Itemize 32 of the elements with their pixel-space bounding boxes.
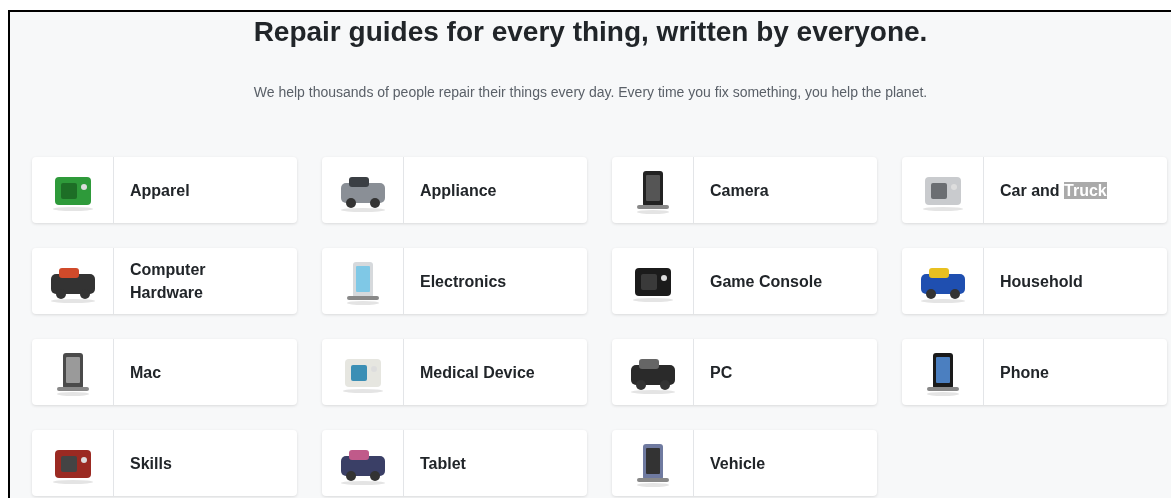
category-label: PC <box>710 362 733 383</box>
category-card[interactable]: Car and Truck <box>902 157 1167 223</box>
category-card[interactable]: Appliance <box>322 157 587 223</box>
category-card[interactable]: Computer Hardware <box>32 248 297 314</box>
category-label: Medical Device <box>420 362 535 383</box>
category-card[interactable]: Mac <box>32 339 297 405</box>
category-label: Computer Hardware <box>130 260 207 303</box>
category-label: Vehicle <box>710 453 766 474</box>
category-label: Game Console <box>710 271 823 292</box>
category-card[interactable]: Tablet <box>322 430 587 496</box>
category-label: Car and Truck <box>1000 180 1107 201</box>
category-label: Electronics <box>420 271 507 292</box>
category-label: Camera <box>710 180 769 201</box>
page-heading: Repair guides for every thing, written by everyone. <box>253 15 928 49</box>
category-card[interactable]: Camera <box>612 157 877 223</box>
category-card[interactable]: Apparel <box>32 157 297 223</box>
category-card[interactable]: Household <box>902 248 1167 314</box>
category-card[interactable]: Game Console <box>612 248 877 314</box>
category-label: Phone <box>1000 362 1049 383</box>
category-card[interactable]: Electronics <box>322 248 587 314</box>
category-card[interactable]: Phone <box>902 339 1167 405</box>
category-card[interactable]: Vehicle <box>612 430 877 496</box>
category-label: Tablet <box>420 453 466 474</box>
category-label: Apparel <box>130 180 190 201</box>
page-subtitle: We help thousands of people repair their things every day. Every time you fix something, you help the planet. <box>253 83 928 102</box>
category-card[interactable]: PC <box>612 339 877 405</box>
category-card[interactable]: Medical Device <box>322 339 587 405</box>
category-card[interactable]: Skills <box>32 430 297 496</box>
category-label: Skills <box>130 453 172 474</box>
category-label: Mac <box>130 362 162 383</box>
category-label: Appliance <box>420 180 497 201</box>
category-label: Household <box>1000 271 1083 292</box>
